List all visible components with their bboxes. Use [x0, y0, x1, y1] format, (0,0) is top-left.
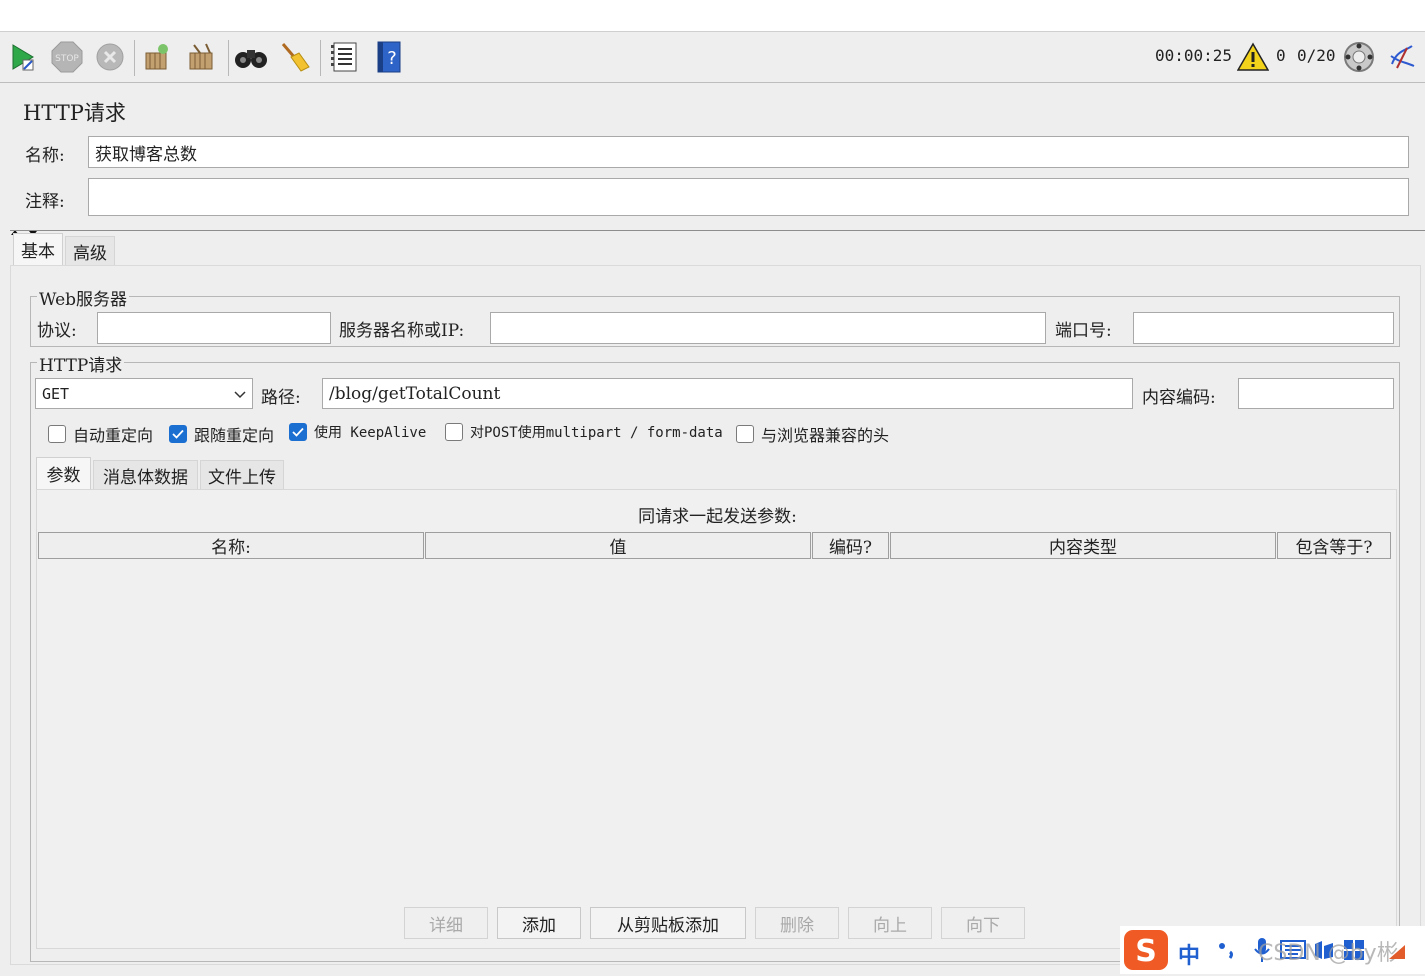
ime-language[interactable]: 中	[1178, 938, 1200, 970]
protocol-input[interactable]	[97, 312, 331, 344]
column-content-type[interactable]: 内容类型	[890, 532, 1276, 559]
function-helper-icon[interactable]	[327, 40, 361, 74]
warning-count: 0	[1276, 46, 1286, 65]
search-binoculars-icon[interactable]	[234, 40, 268, 74]
parameters-table-body[interactable]	[38, 560, 1392, 940]
follow-redirect-label: 跟随重定向	[194, 426, 275, 445]
svg-text:STOP: STOP	[55, 54, 79, 64]
reset-broom-icon[interactable]	[278, 40, 312, 74]
clear-icon[interactable]	[140, 40, 174, 74]
sogou-logo-icon[interactable]: S	[1122, 928, 1170, 976]
tab-basic[interactable]: 基本	[13, 233, 63, 265]
shutdown-icon[interactable]	[93, 40, 127, 74]
checkbox-unchecked-icon	[445, 423, 463, 441]
server-input[interactable]	[490, 312, 1046, 344]
content-encoding-label: 内容编码:	[1142, 388, 1216, 408]
active-threads: 0/20	[1297, 46, 1336, 65]
auto-redirect-label: 自动重定向	[73, 426, 154, 445]
path-label: 路径:	[261, 388, 301, 408]
checkbox-unchecked-icon	[48, 425, 66, 443]
parameters-table-header: 名称: 值 编码? 内容类型 包含等于?	[38, 532, 1392, 560]
start-icon[interactable]	[6, 40, 40, 74]
ime-flag-icon[interactable]	[1388, 944, 1406, 964]
content-encoding-input[interactable]	[1238, 378, 1394, 409]
server-label: 服务器名称或IP:	[339, 321, 465, 341]
tab-parameters[interactable]: 参数	[36, 457, 91, 489]
column-encode[interactable]: 编码?	[812, 532, 889, 559]
add-from-clipboard-button[interactable]: 从剪贴板添加	[590, 907, 746, 939]
tab-body-data[interactable]: 消息体数据	[93, 460, 198, 489]
stop-icon[interactable]: STOP	[50, 40, 84, 74]
chevron-down-icon	[234, 384, 246, 404]
detail-button[interactable]: 详细	[404, 907, 488, 939]
move-up-button[interactable]: 向上	[848, 907, 932, 939]
web-server-title: Web服务器	[37, 285, 130, 310]
method-select[interactable]: GET	[35, 378, 253, 409]
http-request-panel: HTTP请求 名称: 获取博客总数 注释: 基本 高级 Web服务器 协议: 服…	[10, 83, 1425, 974]
window-top-strip	[0, 0, 1425, 32]
browser-compatible-headers-checkbox[interactable]: 与浏览器兼容的头	[736, 422, 889, 446]
toolbar: STOP ? 00:00:25 0 0/20	[0, 32, 1425, 83]
ime-toolbar: S 中 CSDN @by彬	[1120, 926, 1425, 974]
follow-redirect-checkbox[interactable]: 跟随重定向	[169, 422, 274, 446]
checkbox-unchecked-icon	[736, 425, 754, 443]
checkmark-icon	[289, 423, 307, 441]
keepalive-checkbox[interactable]: 使用 KeepAlive	[289, 422, 426, 442]
tab-file-upload[interactable]: 文件上传	[200, 460, 284, 489]
comment-input[interactable]	[88, 178, 1409, 216]
parameters-caption: 同请求一起发送参数:	[638, 507, 797, 527]
protocol-label: 协议:	[37, 321, 77, 341]
delete-button[interactable]: 删除	[755, 907, 839, 939]
warning-icon[interactable]	[1236, 40, 1270, 74]
keepalive-label: 使用 KeepAlive	[314, 425, 427, 441]
log-viewer-icon[interactable]	[1385, 40, 1419, 74]
svg-text:?: ?	[387, 48, 397, 69]
browser-compatible-headers-label: 与浏览器兼容的头	[761, 426, 890, 445]
auto-redirect-checkbox[interactable]: 自动重定向	[48, 422, 153, 446]
tab-advanced[interactable]: 高级	[65, 236, 115, 265]
name-label: 名称:	[25, 146, 65, 166]
svg-text:S: S	[1135, 934, 1157, 969]
column-name[interactable]: 名称:	[38, 532, 424, 559]
clear-all-icon[interactable]	[185, 40, 219, 74]
multipart-label: 对POST使用multipart / form-data	[470, 425, 723, 441]
csdn-watermark: CSDN @by彬	[1258, 941, 1399, 966]
comment-label: 注释:	[25, 192, 65, 212]
add-button[interactable]: 添加	[497, 907, 581, 939]
port-input[interactable]	[1133, 312, 1394, 344]
column-value[interactable]: 值	[425, 532, 811, 559]
path-input[interactable]: /blog/getTotalCount	[322, 378, 1133, 409]
name-input[interactable]: 获取博客总数	[88, 136, 1409, 168]
help-book-icon[interactable]: ?	[372, 40, 406, 74]
page-title: HTTP请求	[23, 101, 126, 125]
http-request-title: HTTP请求	[37, 351, 125, 376]
remote-status-icon[interactable]	[1342, 40, 1376, 74]
checkmark-icon	[169, 425, 187, 443]
move-down-button[interactable]: 向下	[941, 907, 1025, 939]
punctuation-icon[interactable]	[1216, 938, 1240, 966]
method-value: GET	[42, 384, 70, 403]
elapsed-timer: 00:00:25	[1155, 46, 1233, 65]
port-label: 端口号:	[1055, 321, 1112, 341]
multipart-checkbox[interactable]: 对POST使用multipart / form-data	[445, 422, 723, 442]
column-include-equals[interactable]: 包含等于?	[1277, 532, 1391, 559]
